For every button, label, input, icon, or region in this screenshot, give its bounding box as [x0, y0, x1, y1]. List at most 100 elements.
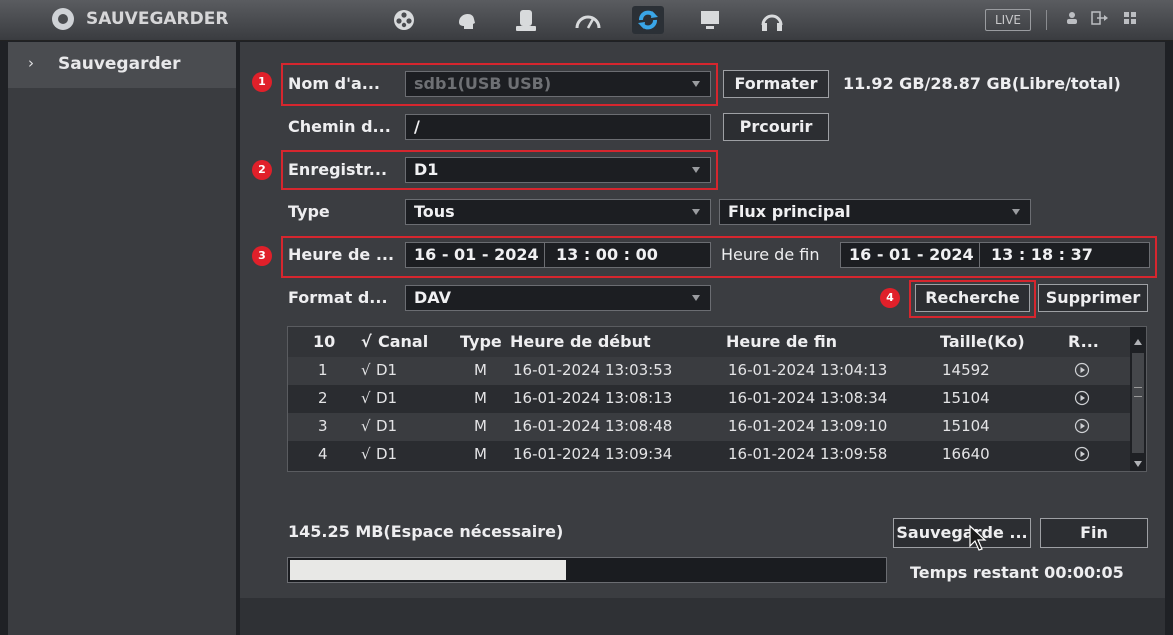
space-needed-text: 145.25 MB(Espace nécessaire) [288, 522, 564, 541]
col-header-type: Type [460, 332, 502, 351]
gauge-icon[interactable] [572, 6, 604, 34]
device-name-select[interactable]: sdb1(USB USB) [405, 71, 711, 97]
row-start: 16-01-2024 13:08:13 [513, 389, 673, 407]
row-canal: D1 [376, 389, 398, 407]
check-all-icon[interactable]: √ [361, 332, 372, 351]
row-end: 16-01-2024 13:04:13 [728, 361, 888, 379]
headphones-icon[interactable] [756, 6, 788, 34]
start-date-value[interactable]: 16 - 01 - 2024 [414, 243, 539, 267]
table-row[interactable]: 3 √ D1 M 16-01-2024 13:08:48 16-01-2024 … [288, 413, 1131, 441]
stream-value: Flux principal [728, 202, 851, 221]
chevron-right-icon: › [28, 54, 34, 72]
divider [544, 243, 545, 267]
row-type: M [474, 445, 487, 463]
row-type: M [474, 361, 487, 379]
top-bar: SAUVEGARDER LIVE [0, 0, 1173, 41]
recorder-select[interactable]: D1 [405, 157, 711, 183]
divider [1046, 10, 1047, 30]
play-icon[interactable] [1074, 446, 1090, 462]
col-header-start: Heure de début [510, 332, 651, 351]
recorder-value: D1 [414, 160, 439, 179]
backup-title-icon [52, 8, 74, 30]
row-check[interactable]: √ [361, 361, 371, 379]
scroll-thumb[interactable] [1132, 353, 1144, 453]
stream-select[interactable]: Flux principal [719, 199, 1031, 225]
end-button[interactable]: Fin [1040, 518, 1148, 548]
start-time-input[interactable]: 16 - 01 - 2024 13 : 00 : 00 [405, 242, 711, 268]
row-count: 10 [313, 332, 336, 351]
end-date-value[interactable]: 16 - 01 - 2024 [849, 243, 974, 267]
col-header-end: Heure de fin [726, 332, 838, 351]
end-time-input[interactable]: 16 - 01 - 2024 13 : 18 : 37 [840, 242, 1150, 268]
delete-button[interactable]: Supprimer [1038, 284, 1148, 312]
row-size: 15104 [942, 417, 990, 435]
chevron-down-icon [692, 295, 700, 301]
progress-fill [290, 560, 566, 580]
row-type: M [474, 389, 487, 407]
head-icon[interactable] [450, 6, 482, 34]
col-header-size: Taille(Ko) [940, 332, 1025, 351]
bottom-strip [240, 598, 1165, 635]
annotation-badge-3: 3 [252, 246, 272, 266]
live-button[interactable]: LIVE [985, 9, 1031, 31]
end-time-value[interactable]: 13 : 18 : 37 [991, 243, 1093, 267]
path-input[interactable]: / [405, 114, 711, 140]
row-check[interactable]: √ [361, 389, 371, 407]
row-start: 16-01-2024 13:09:34 [513, 445, 673, 463]
col-header-play: R... [1068, 332, 1099, 351]
table-header: 10 √ Canal Type Heure de début Heure de … [288, 327, 1131, 357]
backup-icon[interactable] [632, 6, 664, 34]
row-number: 2 [318, 389, 328, 407]
table-row[interactable]: 1 √ D1 M 16-01-2024 13:03:53 16-01-2024 … [288, 357, 1131, 385]
capacity-text: 11.92 GB/28.87 GB(Libre/total) [843, 74, 1121, 93]
film-reel-icon[interactable] [388, 6, 420, 34]
chevron-down-icon [692, 167, 700, 173]
start-time-label: Heure de ... [288, 245, 395, 264]
row-check[interactable]: √ [361, 417, 371, 435]
scroll-up-icon[interactable] [1134, 339, 1142, 345]
table-scrollbar[interactable] [1130, 327, 1146, 471]
file-format-select[interactable]: DAV [405, 285, 711, 311]
table-row[interactable]: 4 √ D1 M 16-01-2024 13:09:34 16-01-2024 … [288, 441, 1131, 469]
device-name-label: Nom d'a... [288, 74, 381, 93]
chevron-down-icon [692, 81, 700, 87]
row-end: 16-01-2024 13:09:10 [728, 417, 888, 435]
play-icon[interactable] [1074, 390, 1090, 406]
format-button[interactable]: Formater [723, 70, 829, 98]
storage-icon[interactable] [510, 6, 542, 34]
type-value: Tous [414, 202, 455, 221]
end-time-label: Heure de fin [721, 245, 820, 264]
page-title: SAUVEGARDER [86, 9, 229, 29]
row-number: 3 [318, 417, 328, 435]
row-size: 14592 [942, 361, 990, 379]
browse-button[interactable]: Prcourir [723, 113, 829, 141]
annotation-badge-2: 2 [252, 160, 272, 180]
row-type: M [474, 417, 487, 435]
file-format-value: DAV [414, 288, 451, 307]
row-check[interactable]: √ [361, 445, 371, 463]
monitor-icon[interactable] [694, 6, 726, 34]
mouse-cursor-icon [969, 524, 987, 551]
row-canal: D1 [376, 417, 398, 435]
logout-icon[interactable] [1090, 11, 1110, 29]
divider [979, 243, 980, 267]
backup-button[interactable]: Sauvegarde ... [893, 518, 1031, 548]
scroll-down-icon[interactable] [1134, 461, 1142, 467]
device-name-value: sdb1(USB USB) [414, 74, 552, 93]
user-icon[interactable] [1062, 11, 1082, 29]
row-start: 16-01-2024 13:08:48 [513, 417, 673, 435]
table-row[interactable]: 2 √ D1 M 16-01-2024 13:08:13 16-01-2024 … [288, 385, 1131, 413]
play-icon[interactable] [1074, 418, 1090, 434]
chevron-down-icon [1012, 209, 1020, 215]
sidebar-item-label: Sauvegarder [58, 54, 181, 74]
search-button[interactable]: Recherche [915, 284, 1030, 312]
chevron-down-icon [692, 209, 700, 215]
file-format-label: Format d... [288, 288, 388, 307]
sidebar-item-sauvegarder[interactable]: › Sauvegarder [8, 42, 236, 88]
type-select[interactable]: Tous [405, 199, 711, 225]
type-label: Type [288, 202, 330, 221]
remaining-time-text: Temps restant 00:00:05 [910, 563, 1124, 582]
grid-menu-icon[interactable] [1120, 11, 1140, 29]
play-icon[interactable] [1074, 362, 1090, 378]
start-time-value[interactable]: 13 : 00 : 00 [556, 243, 658, 267]
